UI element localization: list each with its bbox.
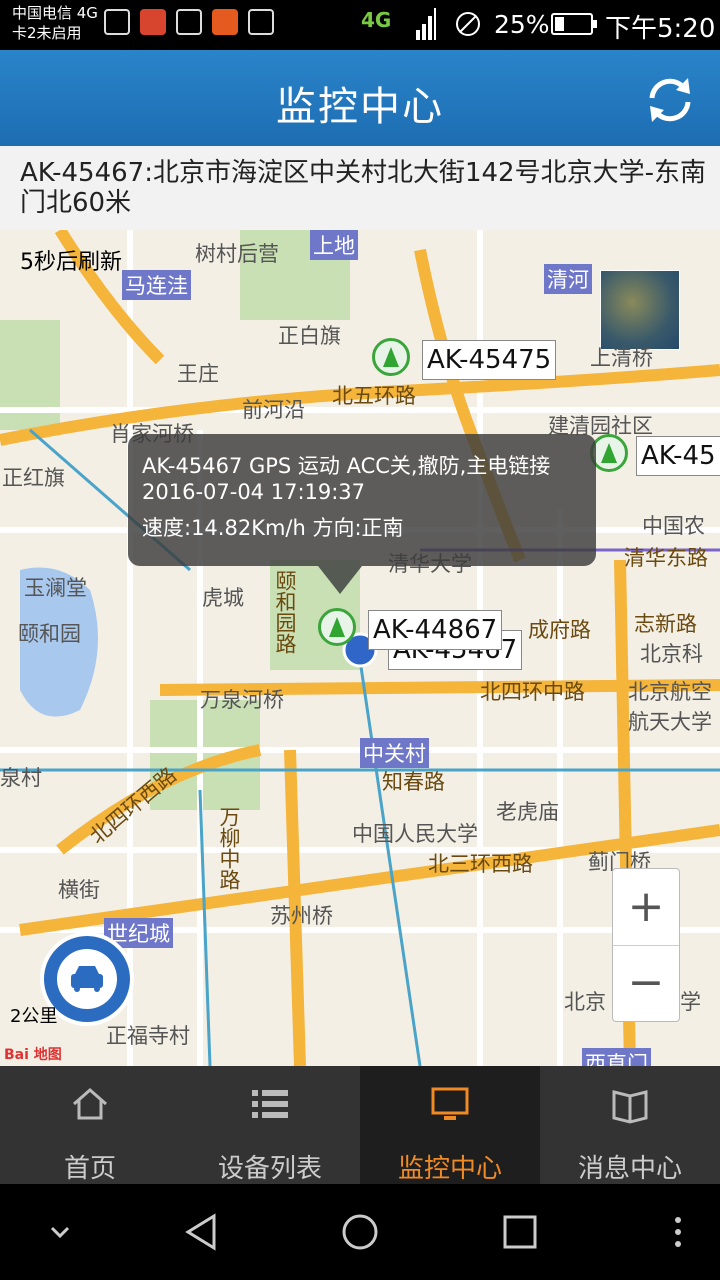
map-label: 北京科 bbox=[640, 642, 703, 666]
network-type: 4G bbox=[361, 8, 392, 32]
book-icon bbox=[612, 1090, 648, 1124]
page-title: 监控中心 bbox=[276, 84, 444, 130]
bag-icon bbox=[248, 9, 274, 35]
vehicle-arrow-icon bbox=[318, 608, 356, 646]
map-label: 中国农 bbox=[642, 514, 705, 538]
bottom-navigation: 首页 设备列表 监控中心 消息中心 bbox=[0, 1066, 720, 1184]
carrier-line1: 中国电信 4G bbox=[12, 4, 98, 22]
map-label: 玉澜堂 bbox=[24, 576, 87, 600]
map-label: 北四环中路 bbox=[480, 680, 585, 704]
more-options-icon[interactable] bbox=[672, 1216, 684, 1248]
carrier-line2: 卡2未启用 bbox=[12, 24, 82, 42]
map-label: 中国人民大学 bbox=[352, 822, 478, 846]
map-label: 苏州桥 bbox=[270, 904, 333, 928]
satellite-toggle[interactable] bbox=[600, 270, 680, 350]
map-label: 万泉河桥 bbox=[200, 688, 284, 712]
carrier-info: 中国电信 4G 卡2未启用 bbox=[12, 3, 98, 43]
battery-fill bbox=[555, 17, 564, 31]
baidu-logo: Bai 地图 bbox=[4, 1047, 62, 1063]
list-icon bbox=[252, 1090, 288, 1118]
app-header: 监控中心 bbox=[0, 50, 720, 146]
map-label: 志新路 bbox=[634, 612, 697, 636]
map-view[interactable]: 5秒后刷新 树村后营 上地 马连洼 清河 正白旗 王庄 前河沿 北五环路 肖家河… bbox=[0, 230, 720, 1066]
map-label: 颐和园路 bbox=[273, 570, 297, 654]
map-label: 泉村 bbox=[0, 766, 42, 790]
battery-icon bbox=[551, 13, 597, 35]
vehicle-arrow-icon bbox=[372, 338, 410, 376]
monitor-icon bbox=[431, 1087, 469, 1120]
popup-time: 2016-07-04 17:19:37 bbox=[142, 480, 366, 504]
map-label: 马连洼 bbox=[122, 270, 191, 300]
map-label: 正红旗 bbox=[2, 466, 65, 490]
tab-message-center[interactable]: 消息中心 bbox=[540, 1066, 720, 1184]
refresh-countdown: 5秒后刷新 bbox=[20, 250, 122, 275]
vehicle-label: AK-45 bbox=[636, 436, 720, 476]
map-label: 虎城 bbox=[202, 586, 244, 610]
map-label: 北五环路 bbox=[332, 384, 416, 408]
map-label: 清华东路 bbox=[624, 546, 708, 570]
map-label: 清河 bbox=[544, 264, 592, 294]
sim-icon bbox=[104, 9, 130, 35]
tab-label: 首页 bbox=[63, 1154, 116, 1184]
map-label: 上地 bbox=[310, 230, 358, 260]
tab-label: 设备列表 bbox=[217, 1154, 322, 1184]
map-label: 王庄 bbox=[177, 362, 219, 386]
vehicle-label: AK-45475 bbox=[422, 340, 557, 380]
clock: 下午5:20 bbox=[605, 14, 716, 44]
tab-label: 消息中心 bbox=[577, 1154, 682, 1184]
tab-monitor-center[interactable]: 监控中心 bbox=[360, 1066, 540, 1184]
home-button-icon[interactable] bbox=[340, 1212, 380, 1252]
popup-speed-direction: 速度:14.82Km/h 方向:正南 bbox=[142, 516, 404, 540]
map-label: 西直门 bbox=[582, 1048, 651, 1066]
map-scale: 2公里 bbox=[10, 1006, 58, 1027]
battery-percent: 25% bbox=[494, 10, 550, 39]
map-label: 上清桥 bbox=[590, 346, 653, 370]
map-label: 老虎庙 bbox=[496, 800, 559, 824]
recent-apps-icon[interactable] bbox=[502, 1214, 538, 1250]
tab-label: 监控中心 bbox=[397, 1154, 502, 1184]
popup-pointer bbox=[318, 566, 362, 594]
map-label: 正福寺村 bbox=[106, 1024, 190, 1048]
map-label: 正白旗 bbox=[278, 324, 341, 348]
map-label: 北京航空航天大学 bbox=[628, 680, 712, 734]
map-label: 树村后营 bbox=[195, 242, 279, 266]
image-icon bbox=[176, 9, 202, 35]
system-navigation-bar bbox=[0, 1184, 720, 1280]
vehicle-info-popup[interactable]: AK-45467 GPS 运动 ACC关,撤防,主电链接 2016-07-04 … bbox=[128, 434, 596, 566]
map-label: 横街 bbox=[58, 878, 100, 902]
map-label: 知春路 bbox=[382, 770, 445, 794]
map-label: 北三环西路 bbox=[428, 852, 533, 876]
popup-status: AK-45467 GPS 运动 ACC关,撤防,主电链接 bbox=[142, 454, 551, 478]
status-bar: 中国电信 4G 卡2未启用 4G 25% 下午5:20 bbox=[0, 0, 720, 50]
chevron-down-icon[interactable] bbox=[48, 1220, 72, 1244]
map-label: 成府路 bbox=[528, 618, 591, 642]
home-icon bbox=[73, 1088, 107, 1120]
address-bar: AK-45467:北京市海淀区中关村北大街142号北京大学-东南门北60米 bbox=[0, 146, 720, 231]
map-label: 北京 bbox=[564, 990, 606, 1014]
zoom-out-button[interactable]: − bbox=[613, 945, 679, 1021]
vehicle-label: AK-44867 bbox=[368, 610, 503, 650]
refresh-icon[interactable] bbox=[642, 72, 698, 128]
map-label: 颐和园 bbox=[18, 622, 81, 646]
tab-home[interactable]: 首页 bbox=[0, 1066, 180, 1184]
map-label: 前河沿 bbox=[242, 398, 305, 422]
do-not-disturb-icon bbox=[456, 12, 480, 36]
tab-device-list[interactable]: 设备列表 bbox=[180, 1066, 360, 1184]
zoom-in-button[interactable]: + bbox=[613, 869, 679, 946]
map-label: 万柳中路 bbox=[217, 806, 241, 890]
notification-icons bbox=[104, 9, 274, 35]
app-notification-icon bbox=[140, 9, 166, 35]
map-label: 学 bbox=[680, 990, 701, 1014]
back-icon[interactable] bbox=[182, 1212, 220, 1252]
taobao-icon bbox=[212, 9, 238, 35]
vehicle-address: AK-45467:北京市海淀区中关村北大街142号北京大学-东南门北60米 bbox=[20, 158, 706, 218]
zoom-control: + − bbox=[612, 868, 680, 1022]
signal-icon bbox=[416, 8, 436, 40]
map-label: 中关村 bbox=[360, 738, 429, 768]
